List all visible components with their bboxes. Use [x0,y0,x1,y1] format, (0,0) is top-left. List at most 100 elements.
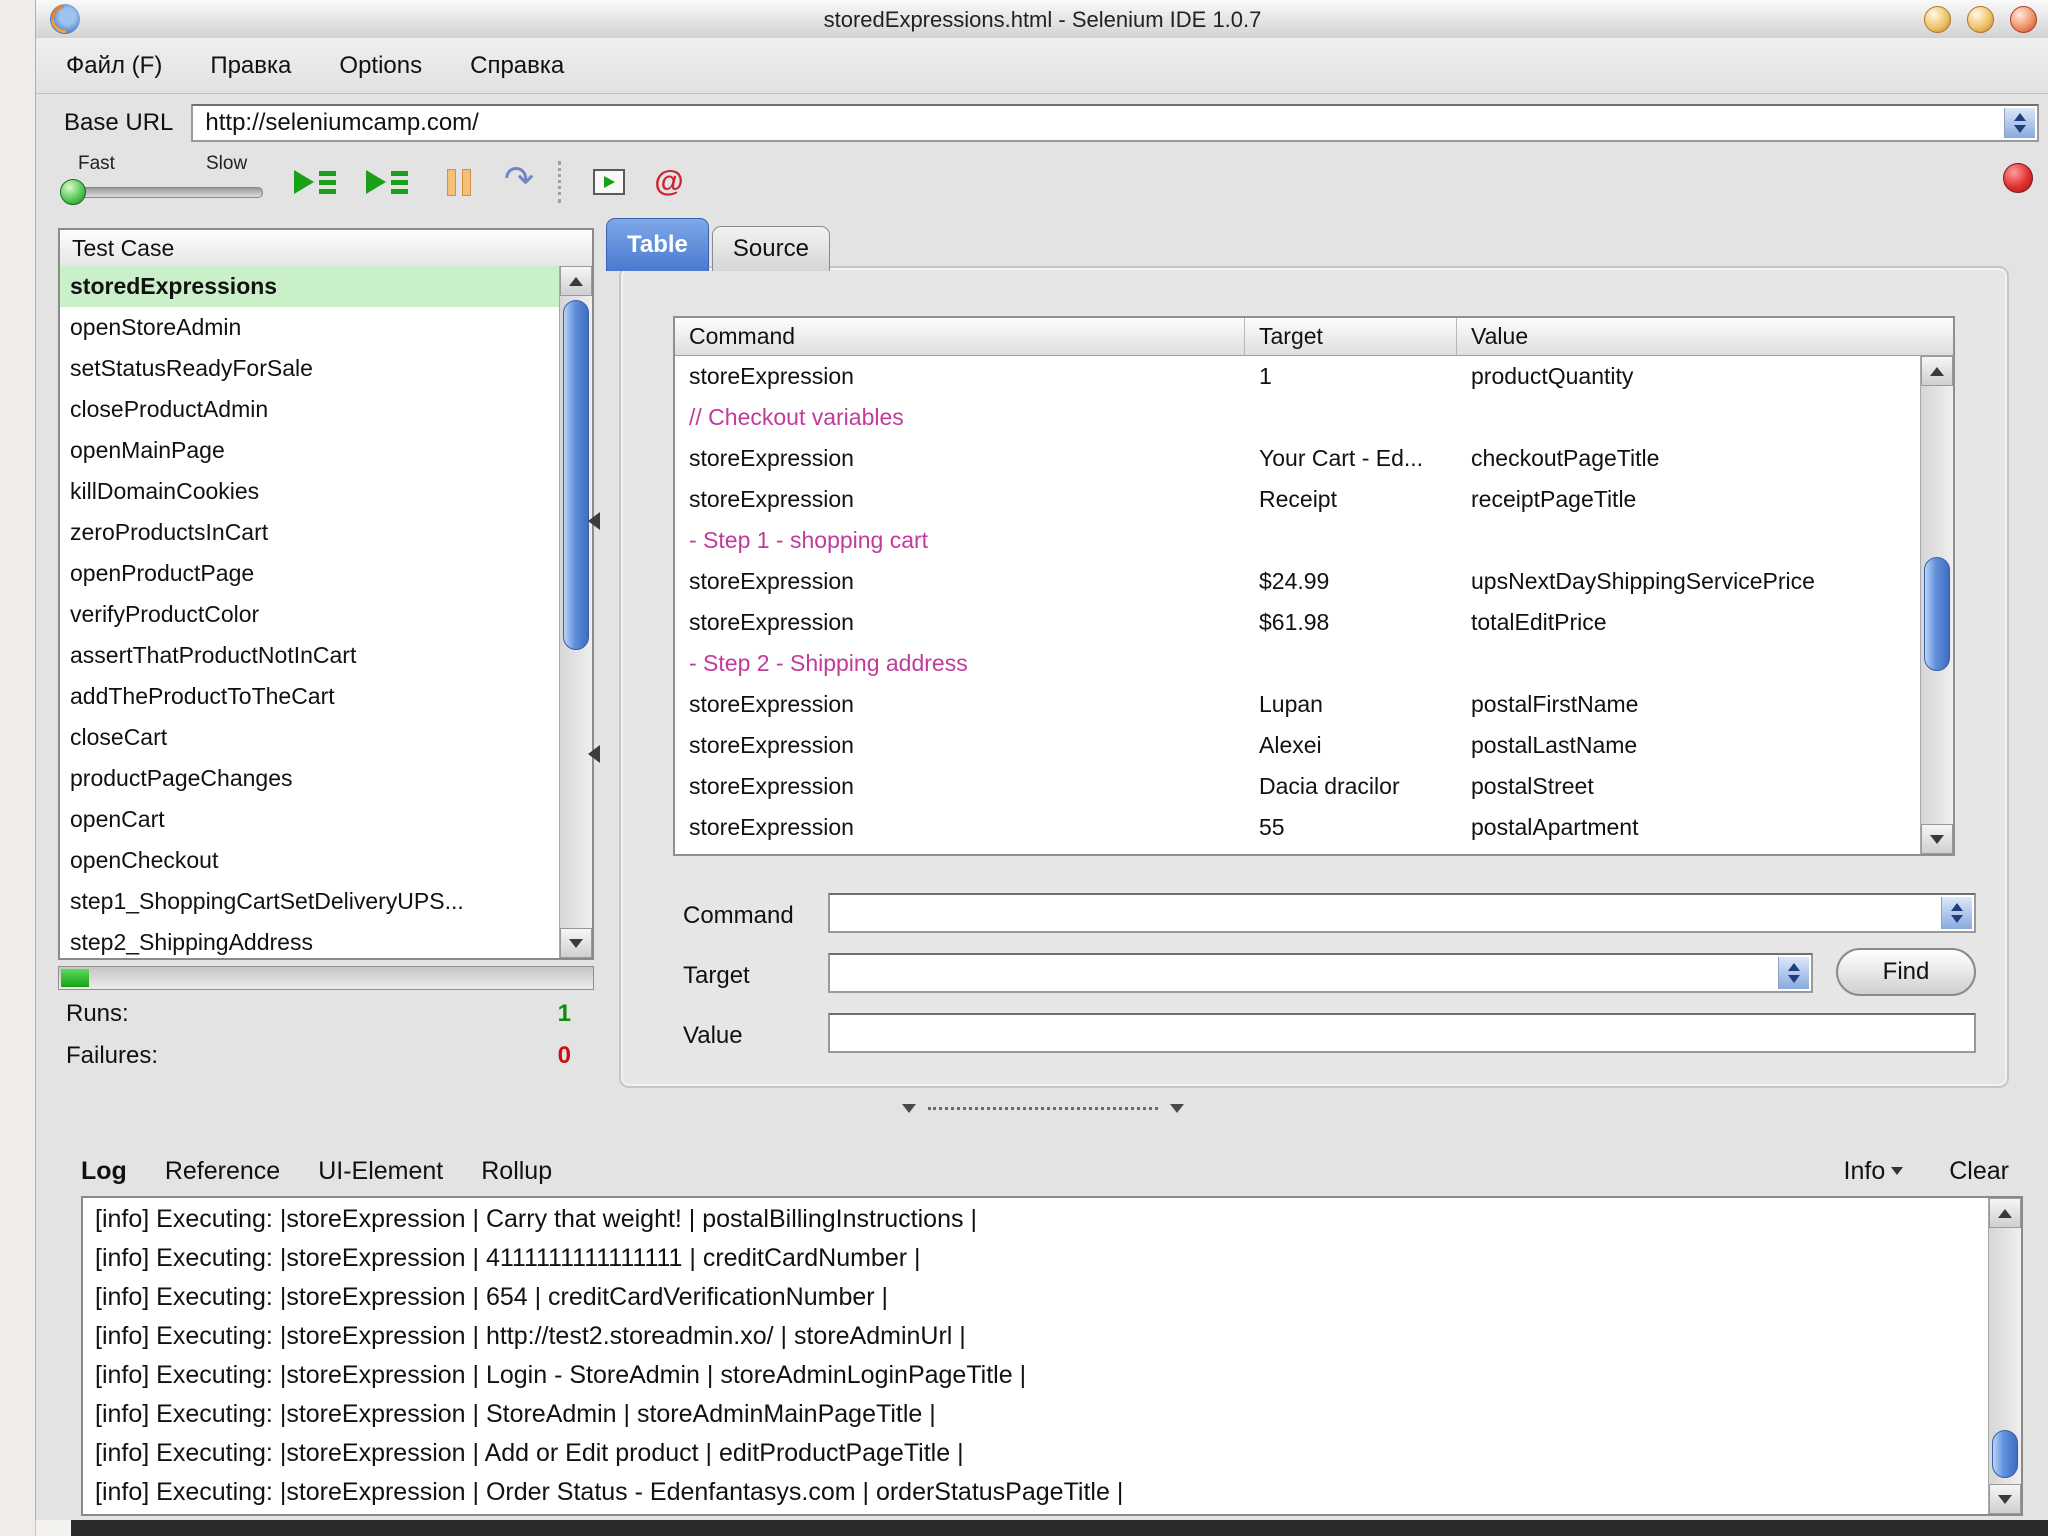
value-field-label: Value [683,1022,743,1049]
editor-tab[interactable]: Source [711,226,830,271]
test-case-item[interactable]: addTheProductToTheCart [60,676,559,717]
test-case-item[interactable]: openProductPage [60,553,559,594]
table-row[interactable]: - Step 2 - Shipping address [675,643,1920,684]
table-scrollbar[interactable] [1920,356,1953,854]
table-row[interactable]: storeExpression 55 postalApartment [675,807,1920,848]
scroll-down-button[interactable] [1989,1484,2021,1514]
target-combobox[interactable] [828,953,1813,993]
row-value: postalFirstName [1471,691,1639,717]
clear-log-button[interactable]: Clear [1949,1157,2009,1186]
table-row[interactable]: storeExpression 1 productQuantity [675,356,1920,397]
info-filter-button[interactable]: Info [1844,1157,1904,1186]
minimize-button[interactable] [1924,6,1951,33]
test-case-label: addTheProductToTheCart [70,683,335,709]
testrunner-button[interactable] [578,159,640,205]
log-entry: [info] Executing: |storeExpression | htt… [95,1322,966,1350]
editor-tab[interactable]: Table [606,218,709,271]
table-row[interactable]: storeExpression Your Cart - Ed... checko… [675,438,1920,479]
test-case-label: openStoreAdmin [70,314,242,340]
log-panel-tab[interactable]: Reference [165,1157,280,1186]
test-case-scrollbar[interactable] [559,266,592,958]
scrollbar-thumb[interactable] [1924,557,1950,671]
test-case-label: step1_ShoppingCartSetDeliveryUPS... [70,888,464,914]
table-row[interactable]: storeExpression Receipt receiptPageTitle [675,479,1920,520]
runs-count: 1 [557,1000,571,1027]
target-dropdown-stepper[interactable] [1778,957,1809,989]
rollup-spiral-icon: @ [654,165,684,198]
find-button[interactable]: Find [1836,948,1976,996]
test-case-item[interactable]: setStatusReadyForSale [60,348,559,389]
menu-item[interactable]: Правка [210,52,291,80]
table-row[interactable]: storeExpression Lupan postalFirstName [675,684,1920,725]
step-button[interactable]: ↷ [488,159,550,205]
row-value: postalLastName [1471,732,1638,758]
row-command: storeExpression [689,732,854,758]
table-row[interactable]: storeExpression $24.99 upsNextDayShippin… [675,561,1920,602]
table-row[interactable]: storeExpression Alexei postalLastName [675,725,1920,766]
table-row[interactable]: storeExpression $61.98 totalEditPrice [675,602,1920,643]
pause-button[interactable] [428,159,490,205]
command-table-body: storeExpression 1 productQuantity // Che… [675,356,1920,854]
test-case-item[interactable]: step1_ShoppingCartSetDeliveryUPS... [60,881,559,922]
log-scrollbar[interactable] [1988,1198,2021,1514]
log-panel-tab[interactable]: Log [81,1157,127,1186]
up-arrow-icon [1930,366,1944,376]
log-tab-label: UI-Element [318,1156,444,1185]
table-row[interactable]: storeExpression Dacia dracilor postalStr… [675,766,1920,807]
rollup-button[interactable]: @ [638,159,700,205]
log-panel-tab[interactable]: Rollup [481,1157,552,1186]
panel-collapse-arrow-icon[interactable] [588,512,600,530]
log-entries: [info] Executing: |storeExpression | Car… [83,1200,1988,1514]
test-case-item[interactable]: storedExpressions [60,266,559,307]
pause-icon [447,168,471,196]
close-button[interactable] [2010,6,2037,33]
speed-slider-track[interactable] [66,187,263,198]
record-button[interactable] [2003,163,2033,193]
scroll-up-button[interactable] [1989,1198,2021,1228]
row-target: Lupan [1259,691,1323,717]
scroll-up-button[interactable] [560,266,592,296]
scroll-down-button[interactable] [1921,824,1953,854]
test-case-item[interactable]: openCart [60,799,559,840]
log-entry: [info] Executing: |storeExpression | Add… [95,1439,964,1467]
maximize-button[interactable] [1967,6,1994,33]
menu-item[interactable]: Файл (F) [66,52,162,80]
progress-fill [61,969,89,987]
speed-slider-knob[interactable] [60,179,86,205]
panel-collapse-arrow-icon[interactable] [588,745,600,763]
scrollbar-thumb[interactable] [1992,1430,2018,1478]
menu-item[interactable]: Options [339,52,422,80]
command-combobox[interactable] [828,893,1976,933]
base-url-dropdown-stepper[interactable] [2004,107,2035,138]
scroll-down-button[interactable] [560,928,592,958]
test-case-item[interactable]: closeProductAdmin [60,389,559,430]
log-panel-tab[interactable]: UI-Element [318,1157,443,1186]
play-test-suite-button[interactable] [284,159,346,205]
test-case-item[interactable]: killDomainCookies [60,471,559,512]
test-case-item[interactable]: verifyProductColor [60,594,559,635]
panel-splitter[interactable] [36,1100,2048,1116]
table-row[interactable]: // Checkout variables [675,397,1920,438]
log-tab-label: Rollup [481,1156,553,1185]
test-case-item[interactable]: step2_ShippingAddress [60,922,559,958]
play-test-case-button[interactable] [356,159,418,205]
menu-item[interactable]: Справка [470,52,564,80]
stepper-down-icon [2014,124,2026,133]
test-case-item[interactable]: openMainPage [60,430,559,471]
base-url-combobox[interactable]: http://seleniumcamp.com/ [191,103,2039,142]
log-entry: [info] Executing: |storeExpression | Ord… [95,1478,1124,1506]
test-case-item[interactable]: zeroProductsInCart [60,512,559,553]
log-tab-label: Reference [164,1156,281,1185]
test-case-item[interactable]: assertThatProductNotInCart [60,635,559,676]
table-row[interactable]: - Step 1 - shopping cart [675,520,1920,561]
test-case-item[interactable]: openCheckout [60,840,559,881]
command-dropdown-stepper[interactable] [1941,897,1972,929]
scroll-up-button[interactable] [1921,356,1953,386]
scrollbar-thumb[interactable] [563,300,589,650]
value-input[interactable] [828,1013,1976,1053]
test-case-item[interactable]: productPageChanges [60,758,559,799]
test-case-label: zeroProductsInCart [70,519,269,545]
test-case-item[interactable]: closeCart [60,717,559,758]
test-case-item[interactable]: openStoreAdmin [60,307,559,348]
step-arrow-icon: ↷ [503,158,535,199]
